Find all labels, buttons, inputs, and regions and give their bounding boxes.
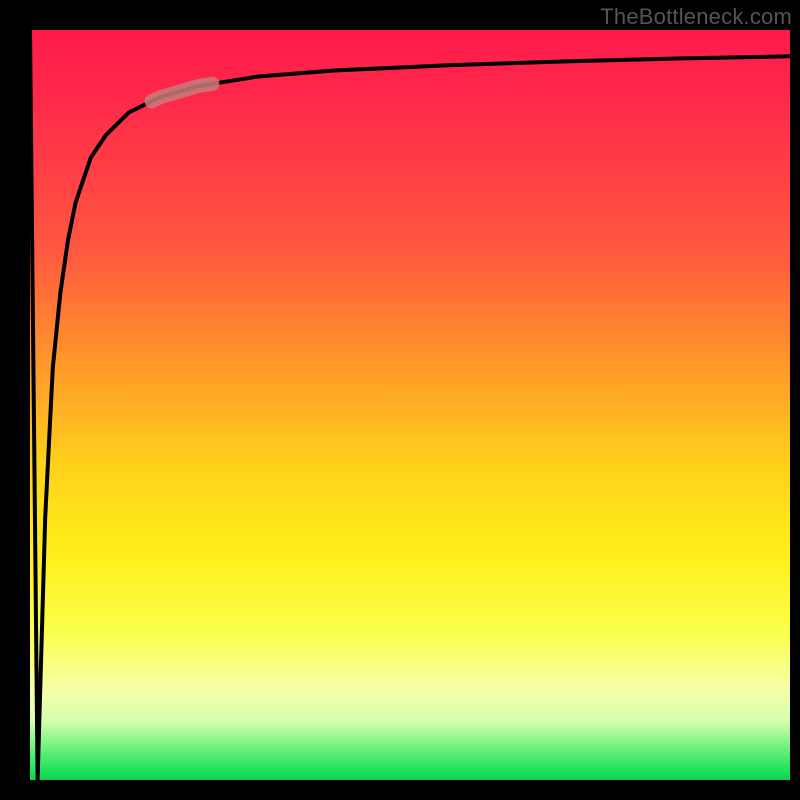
chart-curve	[30, 30, 790, 780]
chart-curve-svg	[30, 30, 790, 780]
watermark-text: TheBottleneck.com	[600, 4, 792, 30]
chart-plot-area	[30, 30, 790, 780]
chart-stage: TheBottleneck.com line	[0, 0, 800, 800]
chart-curve-highlight	[152, 84, 213, 102]
